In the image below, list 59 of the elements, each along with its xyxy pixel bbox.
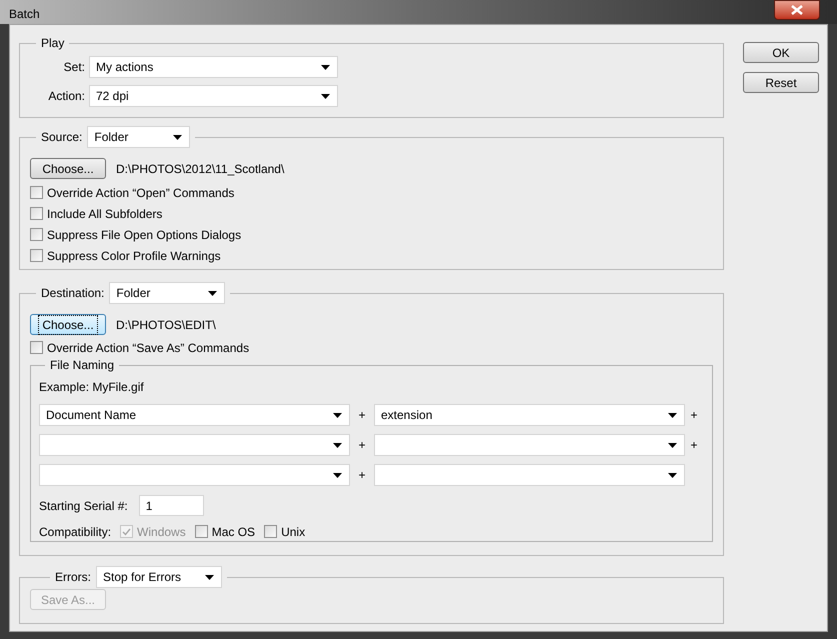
plus-sign: + xyxy=(357,467,366,484)
dropdown[interactable]: Folder xyxy=(109,282,226,304)
checkbox[interactable] xyxy=(30,341,43,354)
window-title: Batch xyxy=(8,6,40,23)
checkbox[interactable] xyxy=(30,249,43,262)
serial-number-field[interactable]: 1 xyxy=(138,495,204,516)
push-button[interactable]: Reset xyxy=(743,72,819,93)
checkbox-label: Unix xyxy=(281,524,306,540)
checkbox-label: Suppress Color Profile Warnings xyxy=(47,248,221,264)
checkbox-label: Override Action “Save As” Commands xyxy=(47,340,250,356)
dropdown-arrow-icon xyxy=(668,442,677,448)
field-label: Source: xyxy=(41,129,82,146)
checkbox[interactable] xyxy=(30,228,43,241)
dropdown[interactable]: Document Name xyxy=(39,404,350,426)
dropdown[interactable]: 72 dpi xyxy=(89,85,338,107)
dropdown-arrow-icon xyxy=(208,290,218,296)
plus-sign: + xyxy=(689,407,698,424)
plus-sign: + xyxy=(357,437,366,454)
example-text: Example: MyFile.gif xyxy=(39,379,145,396)
field-label: Destination: xyxy=(41,285,104,302)
checkbox-label: Include All Subfolders xyxy=(47,206,162,222)
checkbox-label: Override Action “Open” Commands xyxy=(47,184,234,202)
dropdown-arrow-icon xyxy=(333,472,342,478)
folder-path: D:\PHOTOS\EDIT\ xyxy=(116,316,216,334)
dropdown[interactable]: My actions xyxy=(89,56,338,78)
push-button[interactable]: Choose... xyxy=(30,314,106,335)
field-label: Action: xyxy=(47,88,86,105)
checkmark-icon xyxy=(122,528,132,536)
checkbox[interactable] xyxy=(194,525,208,538)
close-button[interactable] xyxy=(774,0,820,20)
field-label: Errors: xyxy=(55,569,91,586)
dropdown-arrow-icon xyxy=(173,134,182,140)
plus-sign: + xyxy=(689,437,698,454)
folder-path: D:\PHOTOS\2012\11_Scotland\ xyxy=(116,160,284,178)
field-label: Compatibility: xyxy=(39,524,112,540)
dropdown[interactable]: Stop for Errors xyxy=(96,566,222,588)
checkbox-label: Windows xyxy=(137,524,186,540)
checkbox[interactable] xyxy=(30,186,43,199)
checkbox-label: Suppress File Open Options Dialogs xyxy=(47,226,242,244)
plus-sign: + xyxy=(357,407,366,424)
field-label: Starting Serial #: xyxy=(39,498,128,514)
dropdown-arrow-icon xyxy=(333,442,342,448)
checkbox-label: Mac OS xyxy=(212,524,256,540)
group-title: Play xyxy=(40,35,66,52)
dropdown-arrow-icon xyxy=(668,412,677,418)
checkbox[interactable] xyxy=(264,525,278,538)
dropdown-arrow-icon xyxy=(321,94,330,98)
push-button[interactable]: OK xyxy=(743,42,819,63)
dropdown-arrow-icon xyxy=(205,574,214,580)
dropdown[interactable]: extension xyxy=(374,404,685,426)
checkbox[interactable] xyxy=(30,207,43,220)
push-button[interactable]: Choose... xyxy=(30,158,106,179)
group-title: File Naming xyxy=(49,357,116,374)
dropdown-arrow-icon xyxy=(668,472,677,478)
dropdown[interactable]: Folder xyxy=(87,126,190,148)
dropdown-arrow-icon xyxy=(321,64,330,70)
field-label: Set: xyxy=(62,59,86,76)
dropdown-arrow-icon xyxy=(333,412,342,418)
close-icon xyxy=(791,5,803,15)
